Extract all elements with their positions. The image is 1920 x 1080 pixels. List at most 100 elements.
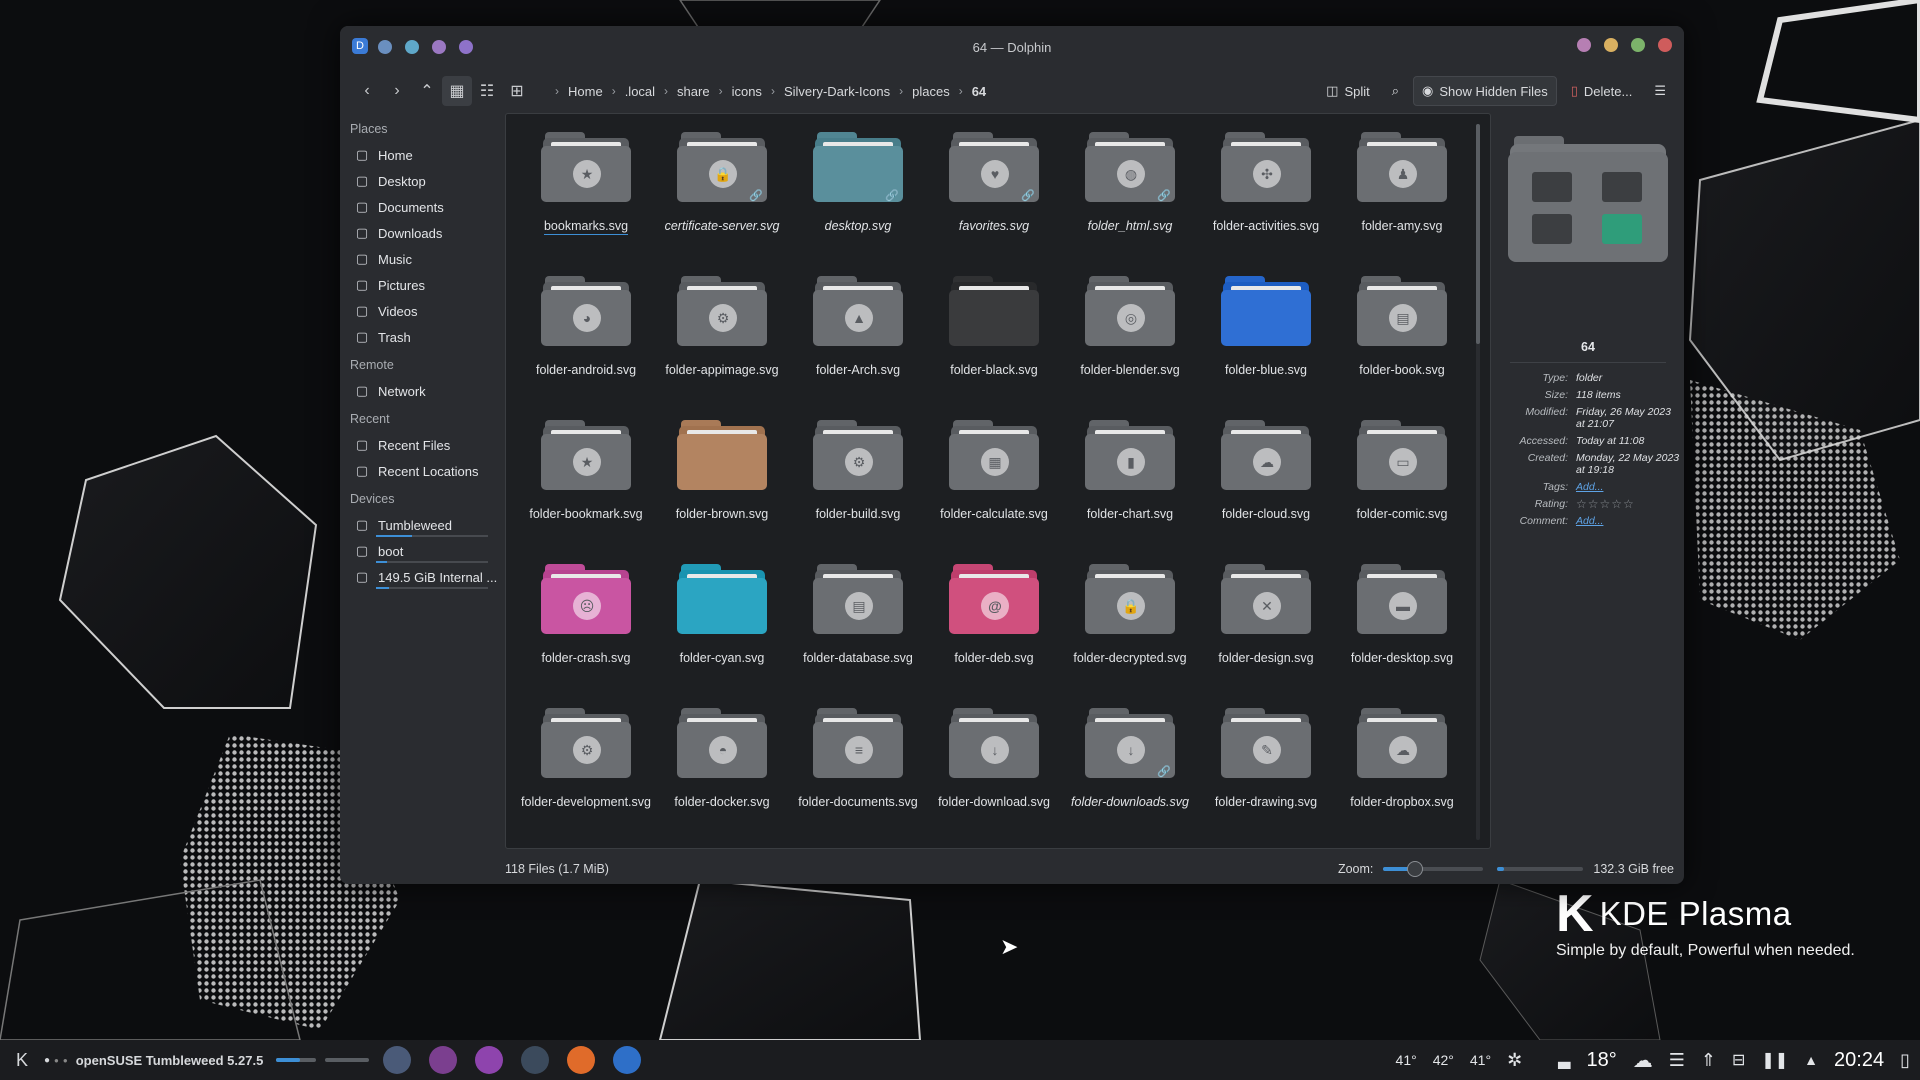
window-control-button-2[interactable] <box>1631 38 1645 52</box>
sidebar-item-recent-locations[interactable]: ▢ Recent Locations <box>350 458 500 484</box>
sidebar-item-videos[interactable]: ▢ Videos <box>350 298 500 324</box>
title-left-button-0[interactable] <box>378 40 392 54</box>
title-left-button-3[interactable] <box>459 40 473 54</box>
sidebar-item-boot[interactable]: ▢ boot <box>350 538 500 564</box>
up-button[interactable]: ⌃ <box>412 76 442 106</box>
file-item[interactable]: ▲ folder-Arch.svg <box>790 272 926 416</box>
task-button[interactable] <box>429 1040 458 1080</box>
file-item[interactable]: folder-blue.svg <box>1198 272 1334 416</box>
titlebar[interactable]: D 64 — Dolphin <box>340 26 1684 68</box>
details-view-button[interactable]: ⊞ <box>502 76 532 106</box>
file-item[interactable]: ▬ folder-desktop.svg <box>1334 560 1470 704</box>
breadcrumb-separator-icon[interactable]: › <box>771 84 775 98</box>
forward-button[interactable]: › <box>382 76 412 106</box>
file-item[interactable]: ◎ folder-blender.svg <box>1062 272 1198 416</box>
breadcrumb-item[interactable]: icons <box>732 84 762 99</box>
file-item[interactable]: ✎ folder-drawing.svg <box>1198 704 1334 848</box>
task-button[interactable] <box>475 1040 504 1080</box>
window-control-button-3[interactable] <box>1658 38 1672 52</box>
file-item[interactable]: ◍ 🔗 folder_html.svg <box>1062 128 1198 272</box>
kde-connect-icon[interactable]: ✲ <box>1507 1050 1522 1071</box>
rating-stars[interactable]: ☆☆☆☆☆ <box>1576 498 1635 510</box>
file-item[interactable]: ◕ folder-android.svg <box>518 272 654 416</box>
delete-button[interactable]: ▯ Delete... <box>1563 76 1641 106</box>
breadcrumb-item[interactable]: Home <box>568 84 603 99</box>
sidebar-item-documents[interactable]: ▢ Documents <box>350 194 500 220</box>
split-button[interactable]: ◫ Split <box>1318 76 1378 106</box>
task-button[interactable] <box>521 1040 550 1080</box>
file-item[interactable]: ✕ folder-design.svg <box>1198 560 1334 704</box>
breadcrumb-separator-icon[interactable]: › <box>899 84 903 98</box>
file-item[interactable]: ♟ folder-amy.svg <box>1334 128 1470 272</box>
file-item[interactable]: folder-cyan.svg <box>654 560 790 704</box>
sidebar-item-downloads[interactable]: ▢ Downloads <box>350 220 500 246</box>
expand-tray-icon[interactable]: ▲ <box>1804 1052 1818 1068</box>
file-item[interactable]: ▮ folder-chart.svg <box>1062 416 1198 560</box>
search-button[interactable]: ⌕ <box>1384 76 1407 106</box>
sidebar-item-pictures[interactable]: ▢ Pictures <box>350 272 500 298</box>
sidebar-item-network[interactable]: ▢ Network <box>350 378 500 404</box>
breadcrumb-separator-icon[interactable]: › <box>555 84 559 98</box>
zoom-slider[interactable] <box>1383 861 1484 877</box>
sidebar-item-149-5-gib-internal-[interactable]: ▢ 149.5 GiB Internal ... <box>350 564 500 590</box>
task-button[interactable] <box>383 1040 412 1080</box>
disk-usage-icon[interactable]: ▃ <box>1558 1050 1570 1070</box>
file-item[interactable]: ⚙ folder-development.svg <box>518 704 654 848</box>
icons-view-button[interactable]: ▦ <box>442 76 472 106</box>
file-item[interactable]: folder-black.svg <box>926 272 1062 416</box>
back-button[interactable]: ‹ <box>352 76 382 106</box>
file-view[interactable]: ★ bookmarks.svg 🔒 🔗 certificate-server.svg 🔗 d… <box>505 113 1491 849</box>
file-item[interactable]: ▦ folder-calculate.svg <box>926 416 1062 560</box>
equalizer-icon[interactable]: ☰ <box>1669 1050 1685 1071</box>
file-item[interactable]: ☁ folder-dropbox.svg <box>1334 704 1470 848</box>
breadcrumb-separator-icon[interactable]: › <box>719 84 723 98</box>
window-control-button-0[interactable] <box>1577 38 1591 52</box>
breadcrumb-separator-icon[interactable]: › <box>959 84 963 98</box>
file-item[interactable]: ▭ folder-comic.svg <box>1334 416 1470 560</box>
sidebar-item-home[interactable]: ▢ Home <box>350 142 500 168</box>
zoom-slider-handle[interactable] <box>1407 861 1424 877</box>
digital-clock[interactable]: 20:24 <box>1834 1049 1884 1072</box>
file-item[interactable]: ◓ folder-docker.svg <box>654 704 790 848</box>
breadcrumb-item[interactable]: 64 <box>972 84 986 99</box>
show-desktop-icon[interactable]: ▯ <box>1900 1050 1910 1071</box>
scrollbar-thumb[interactable] <box>1476 124 1480 344</box>
pager[interactable]: ● ● ● <box>44 1040 76 1080</box>
update-arrow-icon[interactable]: ⇑ <box>1701 1050 1716 1071</box>
network-icon[interactable]: ⊟ <box>1732 1050 1745 1070</box>
file-item[interactable]: ⚙ folder-appimage.svg <box>654 272 790 416</box>
show-hidden-files-button[interactable]: ◉ Show Hidden Files <box>1413 76 1557 106</box>
hamburger-menu-button[interactable]: ☰ <box>1646 76 1674 106</box>
file-item[interactable]: 🔗 desktop.svg <box>790 128 926 272</box>
file-item[interactable]: ↓ folder-download.svg <box>926 704 1062 848</box>
breadcrumb-item[interactable]: places <box>912 84 950 99</box>
compact-view-button[interactable]: ☷ <box>472 76 502 106</box>
file-item[interactable]: ★ bookmarks.svg <box>518 128 654 272</box>
window-control-button-1[interactable] <box>1604 38 1618 52</box>
file-item[interactable]: ☁ folder-cloud.svg <box>1198 416 1334 560</box>
sidebar-item-tumbleweed[interactable]: ▢ Tumbleweed <box>350 512 500 538</box>
file-item[interactable]: ↓ 🔗 folder-downloads.svg <box>1062 704 1198 848</box>
file-item[interactable]: ☹ folder-crash.svg <box>518 560 654 704</box>
add-tags-link[interactable]: Add... <box>1576 481 1603 493</box>
sidebar-item-trash[interactable]: ▢ Trash <box>350 324 500 350</box>
clipboard-icon[interactable]: ❚❚ <box>1761 1050 1788 1070</box>
sidebar-item-music[interactable]: ▢ Music <box>350 246 500 272</box>
activity-label[interactable]: openSUSE Tumbleweed 5.27.5 <box>76 1040 274 1080</box>
task-button[interactable] <box>567 1040 596 1080</box>
breadcrumb-item[interactable]: share <box>677 84 710 99</box>
file-item[interactable]: ★ folder-bookmark.svg <box>518 416 654 560</box>
add-comment-link[interactable]: Add... <box>1576 515 1603 527</box>
file-item[interactable]: ▤ folder-database.svg <box>790 560 926 704</box>
title-left-button-2[interactable] <box>432 40 446 54</box>
file-item[interactable]: @ folder-deb.svg <box>926 560 1062 704</box>
file-item[interactable]: ≡ folder-documents.svg <box>790 704 926 848</box>
file-item[interactable]: ✣ folder-activities.svg <box>1198 128 1334 272</box>
file-item[interactable]: folder-brown.svg <box>654 416 790 560</box>
file-item[interactable]: ♥ 🔗 favorites.svg <box>926 128 1062 272</box>
cloud-icon[interactable]: ☁ <box>1633 1048 1653 1073</box>
application-launcher[interactable]: K <box>0 1040 44 1080</box>
breadcrumb-item[interactable]: Silvery-Dark-Icons <box>784 84 890 99</box>
title-left-button-1[interactable] <box>405 40 419 54</box>
file-item[interactable]: ⚙ folder-build.svg <box>790 416 926 560</box>
